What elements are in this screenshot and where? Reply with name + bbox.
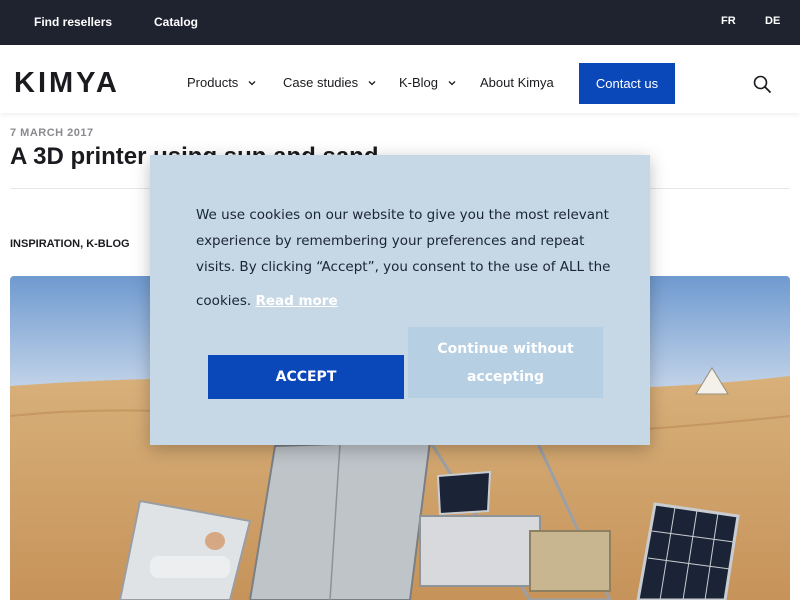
- search-icon[interactable]: [752, 74, 772, 94]
- chevron-down-icon: [448, 80, 456, 85]
- kimya-logo[interactable]: KIMYA: [14, 67, 142, 95]
- find-resellers-link[interactable]: Find resellers: [34, 15, 112, 29]
- chevron-down-icon: [368, 80, 376, 85]
- accept-cookies-button[interactable]: ACCEPT: [208, 355, 404, 399]
- top-utility-bar: Find resellers Catalog FR DE: [0, 0, 800, 45]
- cookie-text-end: cookies.: [196, 293, 252, 309]
- svg-text:KIMYA: KIMYA: [14, 67, 120, 95]
- article-date: 7 MARCH 2017: [10, 127, 94, 139]
- read-more-link[interactable]: Read more: [255, 293, 337, 309]
- nav-about-kimya[interactable]: About Kimya: [480, 75, 554, 90]
- chevron-down-icon: [248, 80, 256, 85]
- nav-k-blog-label: K-Blog: [399, 75, 439, 90]
- cookie-consent-dialog: We use cookies on our website to give yo…: [150, 155, 650, 445]
- nav-case-studies[interactable]: Case studies: [283, 75, 376, 90]
- main-header: KIMYA Products Case studies K-Blog About…: [0, 45, 800, 113]
- nav-products[interactable]: Products: [187, 75, 256, 90]
- nav-k-blog[interactable]: K-Blog: [399, 75, 456, 90]
- cookie-consent-text: We use cookies on our website to give yo…: [196, 207, 611, 275]
- cookie-consent-text-end: cookies. Read more: [196, 293, 338, 309]
- nav-products-label: Products: [187, 75, 239, 90]
- continue-without-accepting-button[interactable]: Continue without accepting: [408, 327, 603, 398]
- language-fr-link[interactable]: FR: [721, 15, 736, 27]
- contact-us-button[interactable]: Contact us: [579, 63, 675, 104]
- nav-about-label: About Kimya: [480, 75, 554, 90]
- language-de-link[interactable]: DE: [765, 15, 780, 27]
- article-tags[interactable]: INSPIRATION, K-BLOG: [10, 238, 130, 250]
- catalog-link[interactable]: Catalog: [154, 15, 198, 29]
- nav-case-studies-label: Case studies: [283, 75, 359, 90]
